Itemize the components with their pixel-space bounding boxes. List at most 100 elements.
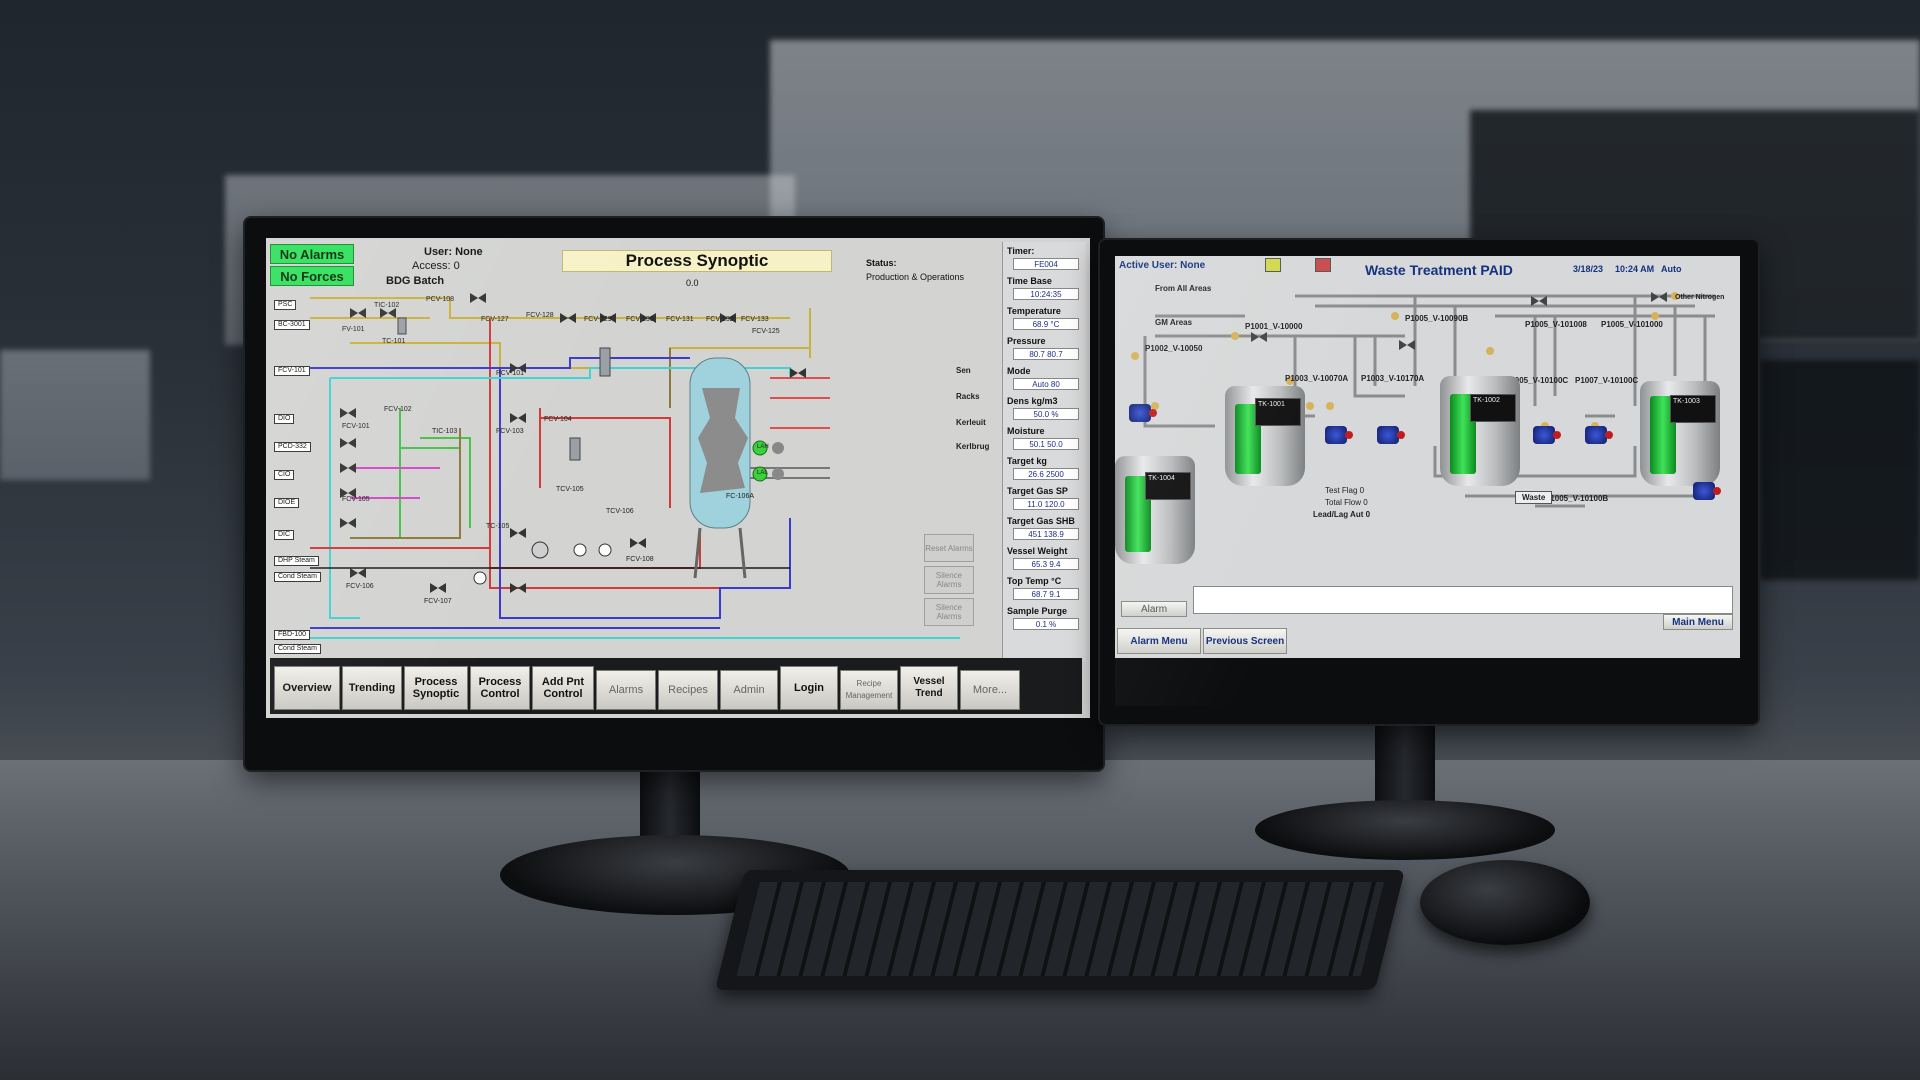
panel-value: 80.7 80.7 (1013, 348, 1079, 360)
nav-process-synoptic-button[interactable]: Process Synoptic (404, 666, 468, 710)
panel-label: Temperature (1007, 306, 1061, 316)
alarm-menu-button[interactable]: Alarm Menu (1117, 628, 1201, 654)
reset-alarms-button[interactable]: Reset Alarms (924, 534, 974, 562)
input-tag: DIC (274, 530, 295, 540)
batch-label: BDG Batch (386, 275, 445, 287)
tag-label: FCV-107 (424, 598, 452, 605)
previous-screen-button[interactable]: Previous Screen (1203, 628, 1287, 654)
panel-label: Mode (1007, 366, 1031, 376)
panel-label: Timer: (1007, 246, 1035, 256)
tag-label: FCV-104 (544, 416, 572, 423)
nav-login-button[interactable]: Login (780, 666, 838, 710)
tag-label: FCV-127 (481, 316, 509, 323)
total-flow-label: Total Flow 0 (1325, 498, 1368, 507)
nav-trending-button[interactable]: Trending (342, 666, 402, 710)
panel-label: Top Temp °C (1007, 576, 1062, 586)
tag-label: PCV-101 (496, 370, 525, 377)
chart-icon[interactable] (1315, 258, 1331, 272)
storage-tank: TK-1004 (1115, 456, 1195, 564)
input-tag: DHP Steam (274, 556, 319, 566)
input-tag: Cond Steam (274, 572, 321, 582)
nav-recipe-management-button[interactable]: Recipe Management (840, 670, 898, 710)
input-tag: CIO (274, 470, 295, 480)
valve-tag: P1001_V-10000 (1245, 322, 1303, 331)
panel-value: Auto 80 (1013, 378, 1079, 390)
level-high-label: LAH (757, 444, 769, 450)
pump-icon[interactable] (1533, 426, 1561, 444)
waste-outlet: Waste (1515, 491, 1553, 504)
tag-label: FCV-125 (752, 328, 780, 335)
input-tag: DIOE (274, 498, 300, 508)
keyboard[interactable] (715, 870, 1405, 990)
nav-label[interactable]: Other Nitrogen (1675, 294, 1724, 301)
nav-alarms-button[interactable]: Alarms (596, 670, 656, 710)
input-tag: FBD-100 (274, 630, 311, 640)
valve-tag: P1003_V-10070A (1285, 374, 1349, 383)
panel-label: Time Base (1007, 276, 1052, 286)
alarm-banner (1193, 586, 1733, 614)
nav-admin-button[interactable]: Admin (720, 670, 778, 710)
nav-process-control-button[interactable]: Process Control (470, 666, 530, 710)
input-tag: DIO (274, 414, 295, 424)
panel-value: FE004 (1013, 258, 1079, 270)
nav-more-button[interactable]: More... (960, 670, 1020, 710)
pump-icon[interactable] (1693, 482, 1721, 500)
nav-label[interactable]: From All Areas (1155, 284, 1211, 293)
tag-label: FCV-133 (741, 316, 769, 323)
pump-icon[interactable] (1325, 426, 1353, 444)
status-label: Status: (866, 258, 897, 268)
nav-label[interactable]: GM Areas (1155, 318, 1192, 327)
nav-add-pnt-control-button[interactable]: Add Pnt Control (532, 666, 594, 710)
main-menu-button[interactable]: Main Menu (1663, 614, 1733, 630)
input-tag: PCD-332 (274, 442, 311, 452)
pipe-line (539, 408, 671, 508)
panel-label: Target kg (1007, 456, 1047, 466)
tag-label: FCV-106 (346, 583, 374, 590)
instrument-column (569, 437, 581, 461)
silence-alarms-button[interactable]: Silence Alarms (924, 566, 974, 594)
pump-icon[interactable] (1129, 404, 1157, 422)
pump-symbol (598, 543, 612, 557)
storage-tank: TK-1002 (1440, 376, 1520, 486)
waste-treatment-screen: Active User: None Waste Treatment PAID 3… (1115, 256, 1740, 706)
input-tag: FCV-101 (274, 366, 310, 376)
panel-value: 0.1 % (1013, 618, 1079, 630)
no-alarms-badge: No Alarms (270, 244, 354, 264)
output-label: Kerleuit (956, 418, 986, 427)
pump-icon[interactable] (1585, 426, 1613, 444)
keyboard-keys[interactable] (736, 882, 1384, 976)
user-label: User: None (424, 246, 483, 258)
alarm-status-icon[interactable] (1265, 258, 1281, 272)
silence-alarms-button[interactable]: Silence Alarms (924, 598, 974, 626)
pipe-line (420, 437, 471, 528)
bottom-navigation: Overview Trending Process Synoptic Proce… (270, 658, 1082, 714)
valve-tag: P1005_V-10090B (1405, 314, 1469, 323)
tag-label: FCV-132 (706, 316, 734, 323)
output-label: Racks (956, 392, 980, 401)
right-monitor-base (1255, 800, 1555, 860)
tag-label: PCV-108 (426, 296, 455, 303)
tag-label: FCV-128 (526, 312, 554, 319)
panel-value: 50.1 50.0 (1013, 438, 1079, 450)
panel-label: Moisture (1007, 426, 1045, 436)
tag-label: TCV-105 (556, 486, 584, 493)
tag-label: FCV-130 (626, 316, 654, 323)
indicator-light (772, 468, 784, 480)
panel-value: 50.0 % (1013, 408, 1079, 420)
pump-icon[interactable] (1377, 426, 1405, 444)
nav-recipes-button[interactable]: Recipes (658, 670, 718, 710)
access-label: Access: 0 (412, 260, 460, 272)
pump-symbol (573, 543, 587, 557)
instrument-column (397, 317, 407, 335)
panel-value: 26.6 2500 (1013, 468, 1079, 480)
nav-vessel-trend-button[interactable]: Vessel Trend (900, 666, 958, 710)
process-values-panel: Timer: FE004 Time Base 10:24:35 Temperat… (1002, 242, 1086, 662)
tag-label: TIC-103 (432, 428, 458, 435)
alarm-button[interactable]: Alarm (1121, 601, 1187, 617)
nav-overview-button[interactable]: Overview (274, 666, 340, 710)
pid-diagram (310, 293, 960, 639)
input-tag: PSC (274, 300, 297, 310)
mouse[interactable] (1420, 860, 1590, 945)
tag-label: FCV-108 (626, 556, 654, 563)
input-tag: BC-3001 (274, 320, 310, 330)
